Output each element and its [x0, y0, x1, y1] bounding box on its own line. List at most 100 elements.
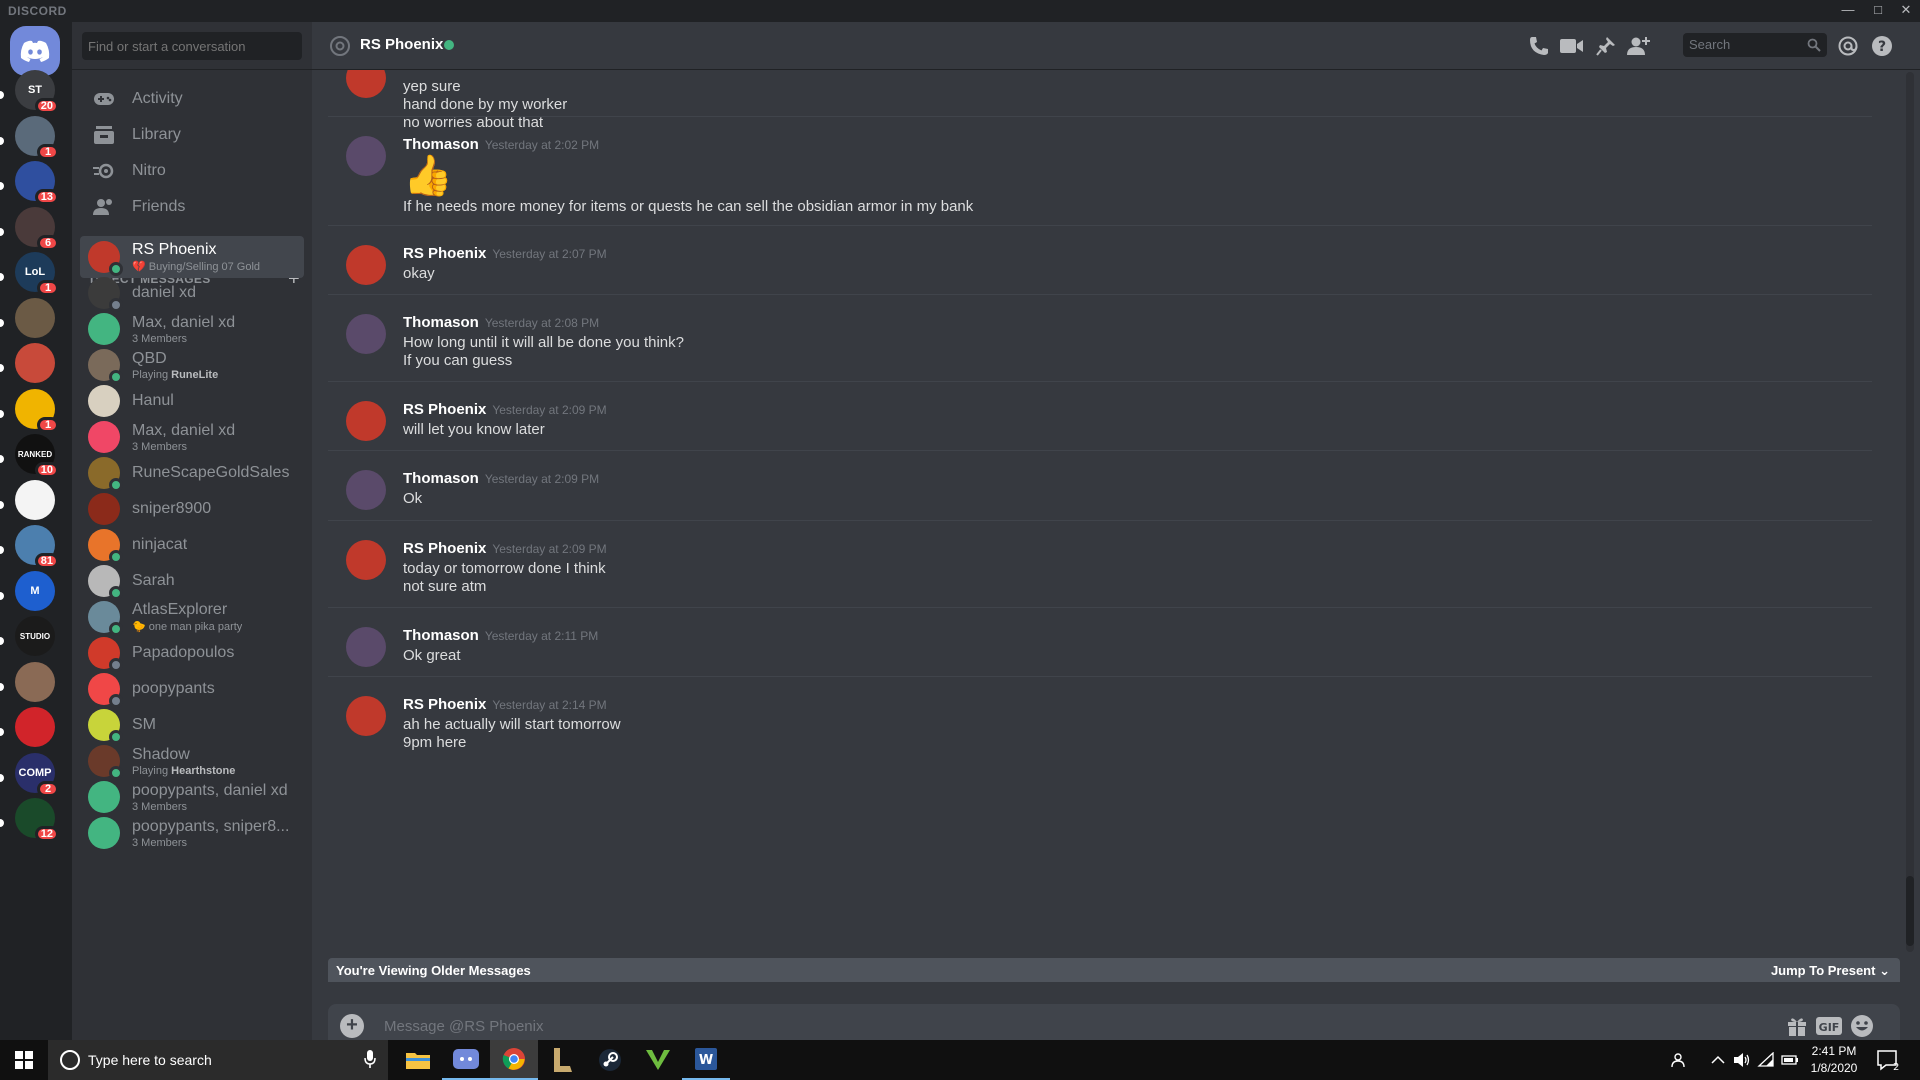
- close-button[interactable]: ✕: [1892, 0, 1920, 22]
- server-icon[interactable]: 1: [0, 116, 59, 160]
- search-icon: [1807, 38, 1821, 55]
- scrollbar-track[interactable]: [1906, 72, 1914, 952]
- server-icon[interactable]: 1: [0, 389, 59, 433]
- system-clock[interactable]: 2:41 PM 1/8/2020: [1800, 1043, 1868, 1077]
- video-call-icon[interactable]: [1560, 34, 1584, 58]
- server-icon[interactable]: 13: [0, 161, 59, 205]
- dm-name: poopypants, sniper8...: [132, 817, 290, 835]
- server-icon[interactable]: [0, 707, 55, 747]
- message-text: okay: [403, 265, 435, 282]
- microphone-icon[interactable]: [364, 1050, 376, 1073]
- server-icon[interactable]: [0, 480, 55, 520]
- avatar[interactable]: [346, 627, 386, 667]
- emoji-icon[interactable]: [1849, 1014, 1875, 1038]
- gift-icon[interactable]: [1784, 1014, 1810, 1038]
- app-brand: DISCORD: [8, 4, 67, 18]
- dm-name: ninjacat: [132, 536, 188, 553]
- search-input[interactable]: Search: [1683, 33, 1827, 57]
- gif-icon[interactable]: GIF: [1816, 1014, 1842, 1038]
- message-author[interactable]: Thomason: [403, 627, 479, 644]
- unread-indicator: [0, 501, 4, 509]
- minimize-button[interactable]: —: [1834, 0, 1862, 22]
- discord-taskbar-icon[interactable]: [442, 1040, 490, 1080]
- message-divider: [328, 607, 1872, 608]
- find-conversation-input[interactable]: [82, 32, 302, 60]
- word-icon[interactable]: W: [682, 1040, 730, 1080]
- league-client-icon[interactable]: [538, 1040, 586, 1080]
- jump-to-present-button[interactable]: Jump To Present ⌄: [1771, 963, 1890, 979]
- message-timestamp: Yesterday at 2:08 PM: [484, 316, 600, 330]
- dm-text: Shadow Playing Hearthstone: [132, 746, 235, 777]
- message-author[interactable]: RS Phoenix: [403, 540, 486, 557]
- server-icon[interactable]: RANKED 10: [0, 434, 59, 478]
- server-icon[interactable]: [0, 343, 55, 383]
- mention-badge: 2: [37, 781, 59, 797]
- server-icon[interactable]: 81: [0, 525, 59, 569]
- avatar: [88, 313, 120, 345]
- message-author[interactable]: RS Phoenix: [403, 401, 486, 418]
- file-explorer-icon[interactable]: [394, 1040, 442, 1080]
- nav-friends[interactable]: Friends: [80, 186, 304, 228]
- message-author[interactable]: RS Phoenix: [403, 245, 486, 262]
- message-author[interactable]: Thomason: [403, 314, 479, 331]
- server-icon[interactable]: M: [0, 571, 55, 611]
- steam-icon[interactable]: [586, 1040, 634, 1080]
- message-text: If he needs more money for items or ques…: [403, 198, 974, 215]
- volume-icon[interactable]: [1732, 1050, 1752, 1070]
- message-timestamp: Yesterday at 2:09 PM: [484, 472, 600, 486]
- scrollbar-thumb[interactable]: [1906, 876, 1914, 946]
- maximize-button[interactable]: □: [1864, 0, 1892, 22]
- avatar: [88, 277, 123, 312]
- server-icon[interactable]: 6: [0, 207, 59, 251]
- home-button[interactable]: [10, 26, 60, 76]
- people-icon[interactable]: [1670, 1050, 1690, 1070]
- server-icon[interactable]: 12: [0, 798, 59, 842]
- message-author[interactable]: Thomason: [403, 136, 479, 153]
- show-hidden-icons-icon[interactable]: [1708, 1050, 1728, 1070]
- help-icon[interactable]: ?: [1870, 34, 1894, 58]
- avatar: [88, 745, 123, 780]
- taskbar-search[interactable]: Type here to search: [48, 1040, 388, 1080]
- avatar[interactable]: [346, 401, 386, 441]
- message-header: Thomason Yesterday at 2:08 PM: [403, 314, 599, 331]
- avatar[interactable]: [346, 136, 386, 176]
- vectorworks-icon[interactable]: [634, 1040, 682, 1080]
- battery-icon[interactable]: [1780, 1050, 1800, 1070]
- avatar[interactable]: [346, 696, 386, 736]
- discord-logo-icon: [20, 40, 50, 62]
- add-friend-icon[interactable]: [1627, 34, 1651, 58]
- message-author[interactable]: Thomason: [403, 470, 479, 487]
- message-author[interactable]: RS Phoenix: [403, 696, 486, 713]
- composer-placeholder: Message @RS Phoenix: [384, 1018, 544, 1035]
- dm-name: poopypants: [132, 680, 215, 697]
- avatar: [88, 637, 123, 672]
- upload-plus-icon[interactable]: +: [340, 1014, 364, 1038]
- unread-indicator: [0, 683, 4, 691]
- wifi-icon[interactable]: [1756, 1050, 1776, 1070]
- mentions-icon[interactable]: [1836, 34, 1860, 58]
- server-icon[interactable]: [0, 662, 55, 702]
- server-icon[interactable]: LoL 1: [0, 252, 59, 296]
- channel-name: RS Phoenix: [360, 36, 444, 53]
- call-icon[interactable]: [1527, 34, 1551, 58]
- message-divider: [328, 450, 1872, 451]
- server-icon[interactable]: COMP 2: [0, 753, 59, 797]
- dm-name: SM: [132, 716, 156, 733]
- avatar[interactable]: [346, 540, 386, 580]
- dm-item[interactable]: poopypants, sniper8... 3 Members: [80, 812, 304, 854]
- avatar: [88, 673, 123, 708]
- pin-icon[interactable]: [1594, 34, 1618, 58]
- avatar[interactable]: [346, 245, 386, 285]
- avatar[interactable]: [346, 470, 386, 510]
- avatar[interactable]: [346, 314, 386, 354]
- action-center-icon[interactable]: 2: [1876, 1048, 1900, 1073]
- server-icon[interactable]: [0, 298, 55, 338]
- server-icon[interactable]: STUDIO: [0, 616, 55, 656]
- server-icon[interactable]: ST 20: [0, 70, 59, 114]
- message-text: not sure atm: [403, 578, 487, 595]
- dm-name: Sarah: [132, 572, 175, 589]
- windows-start-button[interactable]: [0, 1040, 48, 1080]
- chrome-icon[interactable]: [490, 1040, 538, 1080]
- message-divider: [328, 676, 1872, 677]
- avatar[interactable]: [346, 70, 386, 98]
